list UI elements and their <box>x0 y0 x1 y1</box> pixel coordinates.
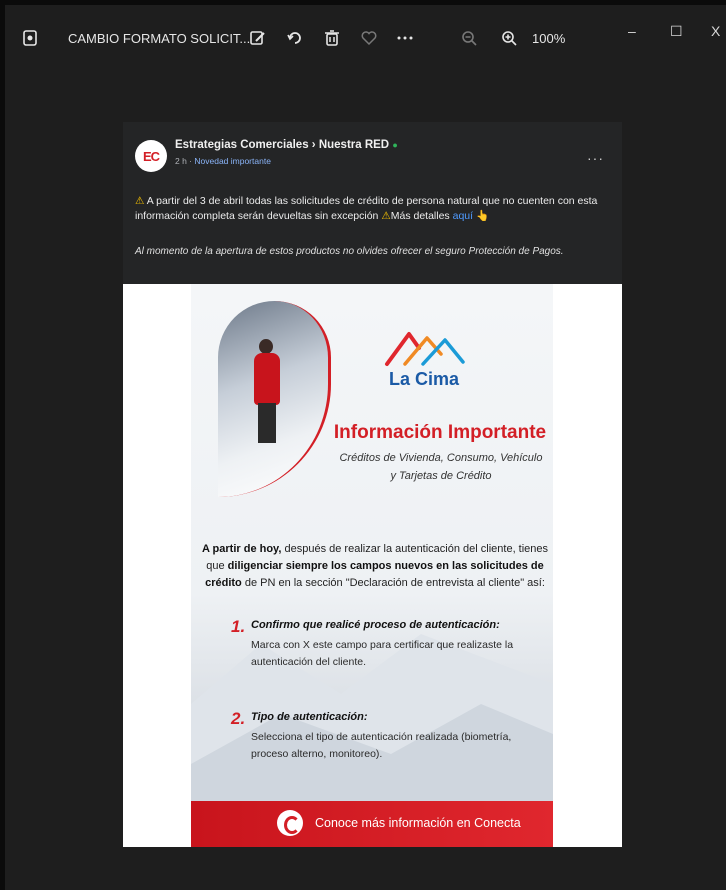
step-number: 1. <box>231 617 246 636</box>
conecta-logo-icon <box>277 810 303 836</box>
warning-icon: ⚠ <box>381 210 391 222</box>
climber-head <box>259 339 273 354</box>
zoom-in-icon[interactable] <box>500 29 518 47</box>
facebook-post: EC Estrategias Comerciales › Nuestra RED… <box>123 122 622 284</box>
warning-icon: ⚠ <box>135 195 145 207</box>
poster-subtitle-2: y Tarjetas de Crédito <box>390 470 492 482</box>
minimize-button[interactable]: – <box>628 23 636 39</box>
poster-intro: A partir de hoy, después de realizar la … <box>195 541 555 592</box>
step-title: Tipo de autenticación: <box>251 711 368 723</box>
pointing-hand-icon: 👆 <box>475 210 490 222</box>
rotate-icon[interactable] <box>286 29 304 47</box>
more-icon[interactable] <box>396 29 414 47</box>
details-link[interactable]: aquí <box>453 210 473 222</box>
post-italic-note: Al momento de la apertura de estos produ… <box>135 246 564 257</box>
conecta-banner[interactable]: Conoce más información en Conecta <box>191 801 553 847</box>
post-image[interactable]: La Cima Información Importante Créditos … <box>123 284 622 847</box>
climber-legs <box>258 403 276 443</box>
close-button[interactable]: X <box>711 23 720 39</box>
banner-text: Conoce más información en Conecta <box>315 816 521 830</box>
intro-bold-1: A partir de hoy, <box>201 543 282 555</box>
trash-icon[interactable] <box>323 29 341 47</box>
poster-subtitle-1: Créditos de Vivienda, Consumo, Vehículo <box>339 452 543 464</box>
edit-icon[interactable] <box>249 29 267 47</box>
climber-jacket <box>254 353 280 405</box>
title-bar: CAMBIO FORMATO SOLICIT... 100% – ☐ X <box>5 5 726 77</box>
step-description: Selecciona el tipo de autenticación real… <box>251 731 512 760</box>
more-options-icon[interactable]: ··· <box>587 150 604 166</box>
mountain-logo-icon <box>385 332 465 366</box>
poster-headline: Información Importante <box>333 422 547 443</box>
page-name[interactable]: Estrategias Comerciales › Nuestra RED ● <box>175 139 398 151</box>
maximize-button[interactable]: ☐ <box>670 23 683 40</box>
step-title: Confirmo que realicé proceso de autentic… <box>251 619 500 631</box>
document-icon[interactable] <box>21 29 39 47</box>
step-number: 2. <box>231 709 246 728</box>
post-time: 2 h · <box>175 156 195 166</box>
step-description: Marca con X este campo para certificar q… <box>251 639 514 668</box>
document-title: CAMBIO FORMATO SOLICIT... <box>68 31 251 46</box>
post-meta: 2 h · Novedad importante <box>175 156 271 166</box>
post-body-text: A partir del 3 de abril todas las solici… <box>135 195 598 222</box>
verified-badge-icon: ● <box>392 140 398 150</box>
intro-text-2: de PN en la sección "Declaración de entr… <box>241 577 545 589</box>
post-text: ⚠ A partir del 3 de abril todas las soli… <box>135 194 610 224</box>
zoom-out-icon[interactable] <box>460 29 478 47</box>
brand-name: La Cima <box>389 369 460 389</box>
post-body-more: Más detalles <box>390 210 453 222</box>
avatar-initials: EC <box>142 149 160 164</box>
zoom-level[interactable]: 100% <box>532 31 565 47</box>
heart-icon[interactable] <box>360 29 378 47</box>
avatar[interactable]: EC <box>135 140 167 172</box>
page-name-text: Estrategias Comerciales › Nuestra RED <box>175 139 390 151</box>
post-tag[interactable]: Novedad importante <box>194 156 271 166</box>
image-canvas: EC Estrategias Comerciales › Nuestra RED… <box>123 122 622 847</box>
